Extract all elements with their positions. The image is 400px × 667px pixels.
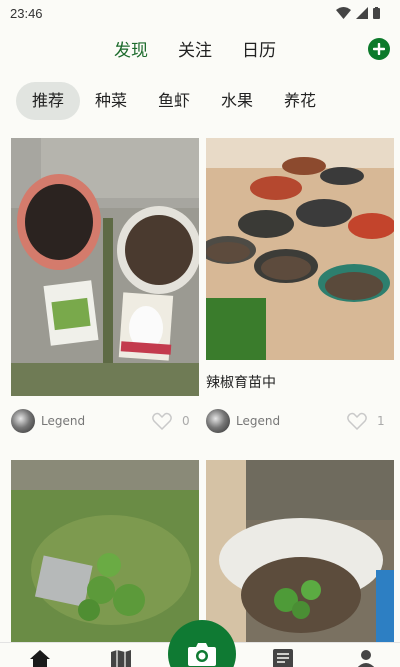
top-tabs: 发现 关注 日历 <box>0 36 400 64</box>
message-icon[interactable] <box>272 649 294 667</box>
wifi-icon <box>336 7 351 19</box>
category-vegetables[interactable]: 种菜 <box>95 82 127 120</box>
home-icon[interactable] <box>28 649 52 667</box>
garden-photo <box>11 138 199 396</box>
status-bar: 23:46 <box>0 0 400 26</box>
feed-card-1-image[interactable] <box>11 138 199 396</box>
category-recommend[interactable]: 推荐 <box>16 82 81 120</box>
signal-icon <box>356 7 368 19</box>
avatar <box>11 409 35 433</box>
feed-card-1-meta[interactable]: Legend <box>11 408 85 434</box>
like-count: 1 <box>377 414 385 428</box>
feed-card-2-title[interactable]: 辣椒育苗中 <box>206 372 276 392</box>
heart-icon <box>347 412 367 430</box>
tub-plant-photo <box>206 460 394 642</box>
grass-plant-photo <box>11 460 199 642</box>
avatar <box>206 409 230 433</box>
status-time: 23:46 <box>10 5 43 21</box>
category-flowers[interactable]: 养花 <box>284 82 316 120</box>
feed-card-3-image[interactable] <box>11 460 199 642</box>
tab-discover[interactable]: 发现 <box>114 36 148 61</box>
seedling-trays-photo <box>206 138 394 360</box>
profile-icon[interactable] <box>355 649 377 667</box>
author-name: Legend <box>41 414 86 428</box>
tab-follow[interactable]: 关注 <box>178 36 212 61</box>
feed-card-2-image[interactable] <box>206 138 394 360</box>
add-button[interactable] <box>368 38 390 60</box>
category-bar: 推荐 种菜 鱼虾 水果 养花 <box>0 82 400 120</box>
map-icon[interactable] <box>110 649 132 667</box>
category-fruit[interactable]: 水果 <box>221 82 253 120</box>
category-fish-shrimp[interactable]: 鱼虾 <box>158 82 190 120</box>
feed-card-2-meta[interactable]: Legend <box>206 408 280 434</box>
tab-calendar[interactable]: 日历 <box>242 36 276 61</box>
feed-card-2-like[interactable]: 1 <box>347 408 385 434</box>
like-count: 0 <box>182 414 190 428</box>
feed-card-1-like[interactable]: 0 <box>152 408 190 434</box>
add-icon <box>373 43 385 55</box>
heart-icon <box>152 412 172 430</box>
feed-card-4-image[interactable] <box>206 460 394 642</box>
status-icons <box>336 7 380 19</box>
author-name: Legend <box>236 414 281 428</box>
camera-icon <box>188 643 216 666</box>
battery-icon <box>373 7 380 19</box>
